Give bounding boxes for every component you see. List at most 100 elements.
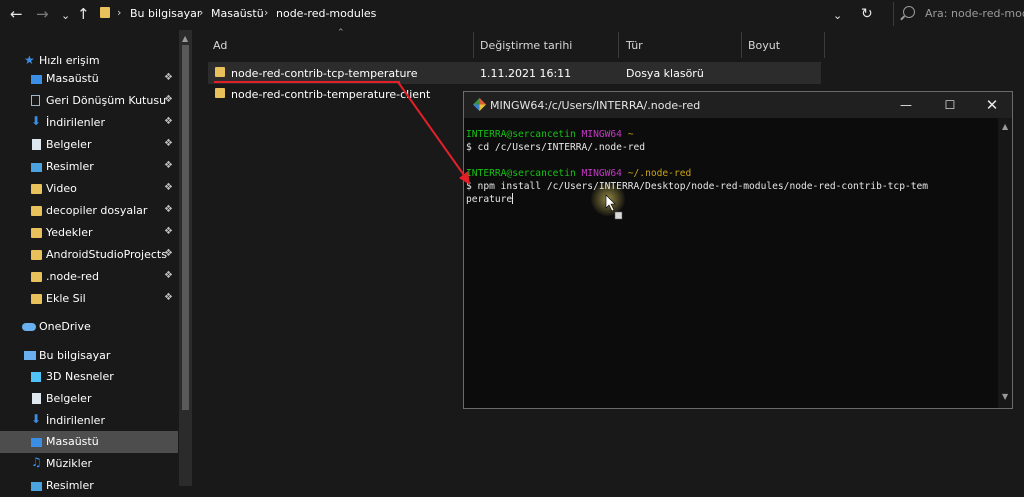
pin-icon[interactable]: ❖ <box>164 270 173 281</box>
search-icon <box>903 6 915 18</box>
sidebar-item-label: Geri Dönüşüm Kutusu <box>46 94 167 107</box>
documents-icon <box>32 139 41 150</box>
sidebar-item-this-pc[interactable]: Bu bilgisayar <box>0 345 178 367</box>
terminal-scrollbar[interactable] <box>998 118 1012 408</box>
file-name[interactable]: node-red-contrib-temperature-client <box>231 88 430 101</box>
sidebar-item-label: Masaüstü <box>46 435 99 448</box>
sidebar-item-node-red[interactable]: .node-red ❖ <box>0 266 178 288</box>
terminal-output[interactable]: INTERRA@sercancetin MINGW64 ~ $ cd /c/Us… <box>466 128 996 398</box>
sidebar-item-pictures-pc[interactable]: Resimler <box>0 475 178 497</box>
chevron-right-icon[interactable]: › <box>264 6 268 19</box>
terminal-prompt-line: INTERRA@sercancetin MINGW64 ~ <box>466 128 996 141</box>
pin-icon[interactable]: ❖ <box>164 94 173 105</box>
sidebar-item-label: Hızlı erişim <box>39 54 100 67</box>
folder-icon <box>215 67 225 77</box>
folder-icon <box>31 250 42 260</box>
scroll-up-icon[interactable]: ▲ <box>1002 122 1008 131</box>
sidebar-item-label: decopiler dosyalar <box>46 204 148 217</box>
breadcrumb-this-pc[interactable]: Bu bilgisayar <box>130 7 201 20</box>
sidebar-item-documents-pc[interactable]: Belgeler <box>0 388 178 410</box>
sidebar-item-label: Yedekler <box>46 226 93 239</box>
sidebar-item-ekle-sil[interactable]: Ekle Sil ❖ <box>0 288 178 310</box>
folder-icon <box>31 294 42 304</box>
sidebar-item-recycle-bin[interactable]: Geri Dönüşüm Kutusu ❖ <box>0 90 178 112</box>
file-name[interactable]: node-red-contrib-tcp-temperature <box>231 67 417 80</box>
sidebar-item-desktop[interactable]: Masaüstü ❖ <box>0 68 178 90</box>
chevron-right-icon[interactable]: › <box>117 6 121 19</box>
breadcrumb-node-red-modules[interactable]: node-red-modules <box>276 7 376 20</box>
folder-icon <box>31 272 42 282</box>
terminal-title: MINGW64:/c/Users/INTERRA/.node-red <box>490 99 701 112</box>
folder-icon <box>31 206 42 216</box>
annotation-underline <box>214 81 400 83</box>
address-history-chevron-icon[interactable]: ⌄ <box>833 7 842 25</box>
pin-icon[interactable]: ❖ <box>164 204 173 215</box>
column-header-date[interactable]: Değiştirme tarihi <box>474 32 618 58</box>
sidebar-item-label: 3D Nesneler <box>46 370 114 383</box>
close-button[interactable]: ✕ <box>977 96 1007 114</box>
sidebar-item-video[interactable]: Video ❖ <box>0 178 178 200</box>
computer-icon <box>24 351 36 360</box>
prompt-path: ~ <box>627 129 634 140</box>
sidebar-item-androidstudio[interactable]: AndroidStudioProjects ❖ <box>0 244 178 266</box>
terminal-window[interactable]: MINGW64:/c/Users/INTERRA/.node-red — ☐ ✕… <box>463 91 1013 409</box>
sidebar-item-documents[interactable]: Belgeler ❖ <box>0 134 178 156</box>
prompt-host: MINGW64 <box>581 129 622 140</box>
terminal-titlebar[interactable]: MINGW64:/c/Users/INTERRA/.node-red — ☐ ✕ <box>464 92 1012 118</box>
pin-icon[interactable]: ❖ <box>164 160 173 171</box>
scroll-up-icon[interactable]: ▲ <box>182 34 188 43</box>
folder-icon <box>31 184 42 194</box>
pin-icon[interactable]: ❖ <box>164 182 173 193</box>
sidebar-item-label: Belgeler <box>46 138 92 151</box>
mingw-logo-icon <box>473 98 486 111</box>
sidebar-item-desktop-pc[interactable]: Masaüstü <box>0 431 178 453</box>
column-header-name[interactable]: Ad <box>208 32 473 58</box>
column-divider[interactable] <box>824 32 825 58</box>
sidebar-item-downloads-pc[interactable]: ⬇ İndirilenler <box>0 410 178 432</box>
sidebar-item-label: Müzikler <box>46 457 93 470</box>
pin-icon[interactable]: ❖ <box>164 116 173 127</box>
pin-icon[interactable]: ❖ <box>164 138 173 149</box>
sidebar-item-label: Resimler <box>46 160 94 173</box>
sidebar-item-decopiler[interactable]: decopiler dosyalar ❖ <box>0 200 178 222</box>
desktop-icon <box>31 438 42 447</box>
sidebar-item-label: OneDrive <box>39 320 91 333</box>
scroll-down-icon[interactable]: ▼ <box>1002 392 1008 401</box>
star-icon: ★ <box>24 53 35 67</box>
chevron-right-icon[interactable]: › <box>199 6 203 19</box>
sidebar-item-music[interactable]: ♫ Müzikler <box>0 453 178 475</box>
arrow-left-icon[interactable]: ← <box>10 5 23 23</box>
pin-icon[interactable]: ❖ <box>164 248 173 259</box>
sidebar-item-onedrive[interactable]: OneDrive <box>0 316 178 338</box>
column-header-size[interactable]: Boyut <box>742 32 824 58</box>
recycle-bin-icon <box>31 95 40 106</box>
prompt-user: INTERRA@sercancetin <box>466 129 576 140</box>
sidebar-item-yedekler[interactable]: Yedekler ❖ <box>0 222 178 244</box>
terminal-command-line: $ cd /c/Users/INTERRA/.node-red <box>466 142 646 153</box>
breadcrumb-desktop[interactable]: Masaüstü <box>211 7 264 20</box>
arrow-up-icon[interactable]: ↑ <box>77 5 90 23</box>
pin-icon[interactable]: ❖ <box>164 292 173 303</box>
sidebar-item-3d-objects[interactable]: 3D Nesneler <box>0 366 178 388</box>
sidebar-item-pictures[interactable]: Resimler ❖ <box>0 156 178 178</box>
minimize-button[interactable]: — <box>891 96 921 114</box>
sidebar-scrollbar-thumb[interactable] <box>182 45 189 410</box>
pictures-icon <box>31 482 42 491</box>
column-header-type[interactable]: Tür <box>619 32 741 58</box>
text-cursor <box>512 193 514 204</box>
maximize-button[interactable]: ☐ <box>935 96 965 114</box>
prompt-host: MINGW64 <box>581 168 622 179</box>
refresh-icon[interactable]: ↻ <box>861 5 873 23</box>
chevron-down-icon[interactable]: ⌄ <box>61 7 70 25</box>
sidebar-item-label: .node-red <box>46 270 99 283</box>
pin-icon[interactable]: ❖ <box>164 72 173 83</box>
sidebar-item-downloads[interactable]: ⬇ İndirilenler ❖ <box>0 112 178 134</box>
sidebar-item-label: Video <box>46 182 77 195</box>
pin-icon[interactable]: ❖ <box>164 226 173 237</box>
mouse-highlight <box>591 182 625 216</box>
folder-icon <box>215 88 225 98</box>
download-icon: ⬇ <box>31 412 42 426</box>
column-header-label: Tür <box>626 39 643 52</box>
arrow-right-icon[interactable]: → <box>36 5 49 23</box>
